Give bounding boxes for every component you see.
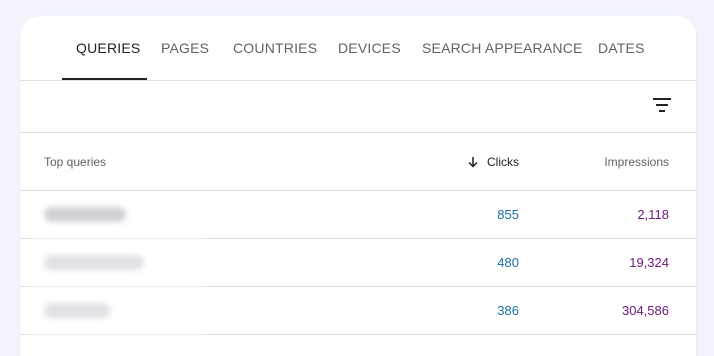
tab-queries[interactable]: QUERIES [76,16,140,80]
tab-devices[interactable]: DEVICES [338,16,401,80]
table-toolbar [20,81,696,133]
column-header-impressions[interactable]: Impressions [604,155,669,169]
performance-report-card: QUERIES PAGES COUNTRIES DEVICES SEARCH A… [20,16,696,356]
column-header-clicks-label: Clicks [487,155,519,169]
arrow-down-icon [468,157,478,168]
table-header: Top queries Clicks Impressions [20,133,696,191]
tab-dates[interactable]: DATES [598,16,645,80]
redaction-overlay [32,234,204,356]
tab-search-appearance[interactable]: SEARCH APPEARANCE [422,16,583,80]
impressions-value: 2,118 [637,207,669,222]
tab-pages[interactable]: PAGES [161,16,209,80]
clicks-value: 480 [497,255,519,270]
impressions-value: 304,586 [622,303,669,318]
tab-countries[interactable]: COUNTRIES [233,16,317,80]
table-row[interactable]: 855 2,118 [20,191,696,239]
column-header-clicks[interactable]: Clicks [467,155,519,169]
clicks-value: 855 [497,207,519,222]
tab-bar: QUERIES PAGES COUNTRIES DEVICES SEARCH A… [20,16,696,81]
active-tab-indicator [62,78,147,80]
filter-icon[interactable] [652,95,672,115]
column-header-top-queries[interactable]: Top queries [44,155,106,169]
clicks-value: 386 [497,303,519,318]
impressions-value: 19,324 [629,255,669,270]
query-text-redacted [44,207,126,222]
